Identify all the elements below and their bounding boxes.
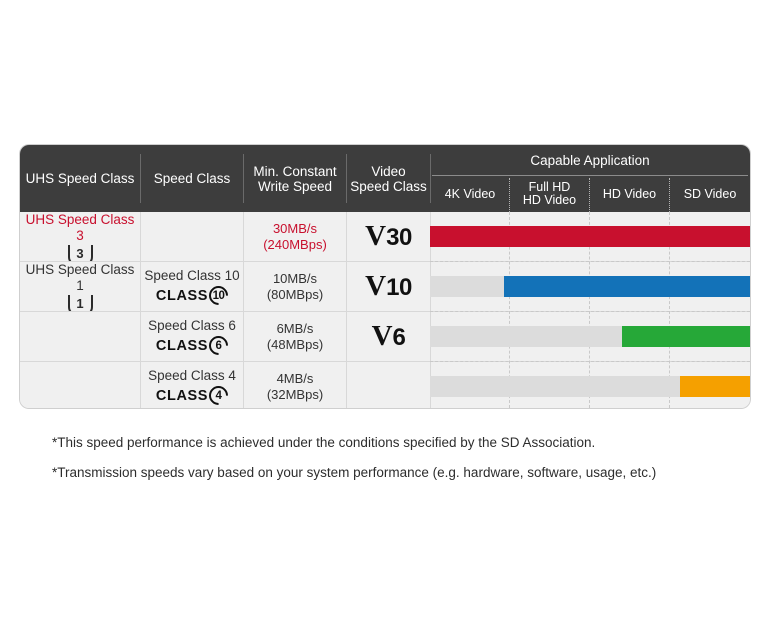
- speed-class-label: Speed Class 10: [144, 268, 240, 283]
- column-header-min-constant-write-speed: Min. Constant Write Speed: [244, 145, 346, 212]
- capable-application-bars: [430, 212, 750, 408]
- uhs-class-label: UHS Speed Class 1: [25, 262, 135, 293]
- cell-uhs-speed-class: [20, 362, 140, 408]
- write-speed-value: 10MB/s: [272, 270, 318, 286]
- speed-class-label: Speed Class 4: [148, 368, 236, 383]
- cell-write-speed: 4MB/s (32MBps): [244, 362, 346, 408]
- video-speed-class-v6-icon: V 6: [371, 320, 406, 352]
- cell-video-speed-class: V 6: [347, 312, 430, 361]
- write-speed-bps: (80MBps): [266, 286, 324, 302]
- cell-video-speed-class: V 10: [347, 262, 430, 311]
- video-speed-class-v30-icon: V 30: [365, 220, 412, 252]
- cell-uhs-speed-class: UHS Speed Class 3 3: [20, 212, 140, 266]
- cell-write-speed: 10MB/s (80MBps): [244, 262, 346, 311]
- write-speed-bps: (32MBps): [266, 386, 324, 402]
- video-speed-class-v10-icon: V 10: [365, 270, 412, 302]
- cell-video-speed-class: V 30: [347, 212, 430, 261]
- cell-write-speed: 30MB/s (240MBps): [244, 212, 346, 261]
- bar-row-gridline: [430, 311, 750, 312]
- bar-fill-4k-video: [430, 226, 750, 247]
- app-col-line-1: 4K Video: [444, 186, 496, 201]
- cell-speed-class: Speed Class 6 CLASS 6: [141, 312, 243, 361]
- uhs-class-label: UHS Speed Class 3: [25, 212, 135, 243]
- cell-uhs-speed-class: [20, 312, 140, 361]
- bar-fill-sd-video: [679, 376, 750, 397]
- bar-row-gridline: [430, 261, 750, 262]
- column-header-4k-video: 4K Video: [431, 176, 509, 212]
- footnotes: *This speed performance is achieved unde…: [52, 434, 752, 494]
- class-6-icon: CLASS 6: [156, 332, 233, 359]
- column-header-full-hd-hd-video: Full HD HD Video: [510, 176, 589, 212]
- write-speed-line-1: Min. Constant: [253, 163, 337, 179]
- uhs-class-1-icon: 1: [67, 295, 93, 316]
- write-speed-value: 4MB/s: [276, 370, 314, 386]
- write-speed-value: 30MB/s: [272, 220, 318, 236]
- app-col-line-2: HD Video: [522, 193, 577, 207]
- speed-class-label: Speed Class 6: [148, 318, 236, 333]
- video-class-line-1: Video: [371, 163, 406, 179]
- sd-speed-class-table: UHS Speed Class Speed Class Min. Constan…: [20, 145, 750, 408]
- cell-video-speed-class: [347, 362, 430, 408]
- cell-uhs-speed-class: UHS Speed Class 1 1: [20, 262, 140, 316]
- class-4-icon: CLASS 4: [156, 382, 233, 408]
- write-speed-bps: (240MBps): [263, 236, 327, 252]
- bar-fill-hd-video: [622, 326, 750, 347]
- video-class-line-2: Speed Class: [350, 178, 427, 194]
- footnote-sd-association: *This speed performance is achieved unde…: [52, 435, 596, 450]
- column-header-video-speed-class: Video Speed Class: [347, 145, 430, 212]
- class-10-icon: CLASS 10: [156, 282, 233, 309]
- column-header-speed-class: Speed Class: [153, 171, 231, 186]
- cell-write-speed: 6MB/s (48MBps): [244, 312, 346, 361]
- cell-speed-class: Speed Class 4 CLASS 4: [141, 362, 243, 408]
- write-speed-line-2: Write Speed: [257, 178, 333, 194]
- column-header-sd-video: SD Video: [670, 176, 750, 212]
- uhs-class-3-icon: 3: [67, 245, 93, 266]
- app-col-line-1: HD Video: [602, 186, 657, 201]
- bar-row-gridline: [430, 361, 750, 362]
- cell-speed-class: Speed Class 10 CLASS 10: [141, 262, 243, 311]
- column-header-uhs-speed-class: UHS Speed Class: [25, 171, 135, 186]
- write-speed-value: 6MB/s: [276, 320, 314, 336]
- group-header-capable-application: Capable Application: [530, 152, 650, 168]
- app-col-line-1: SD Video: [683, 186, 737, 201]
- write-speed-bps: (48MBps): [266, 336, 324, 352]
- footnote-transmission-speeds: *Transmission speeds vary based on your …: [52, 465, 657, 480]
- bar-fill-full-hd: [503, 276, 750, 297]
- column-header-hd-video: HD Video: [590, 176, 669, 212]
- cell-speed-class: [141, 212, 243, 261]
- table-header: UHS Speed Class Speed Class Min. Constan…: [20, 145, 750, 212]
